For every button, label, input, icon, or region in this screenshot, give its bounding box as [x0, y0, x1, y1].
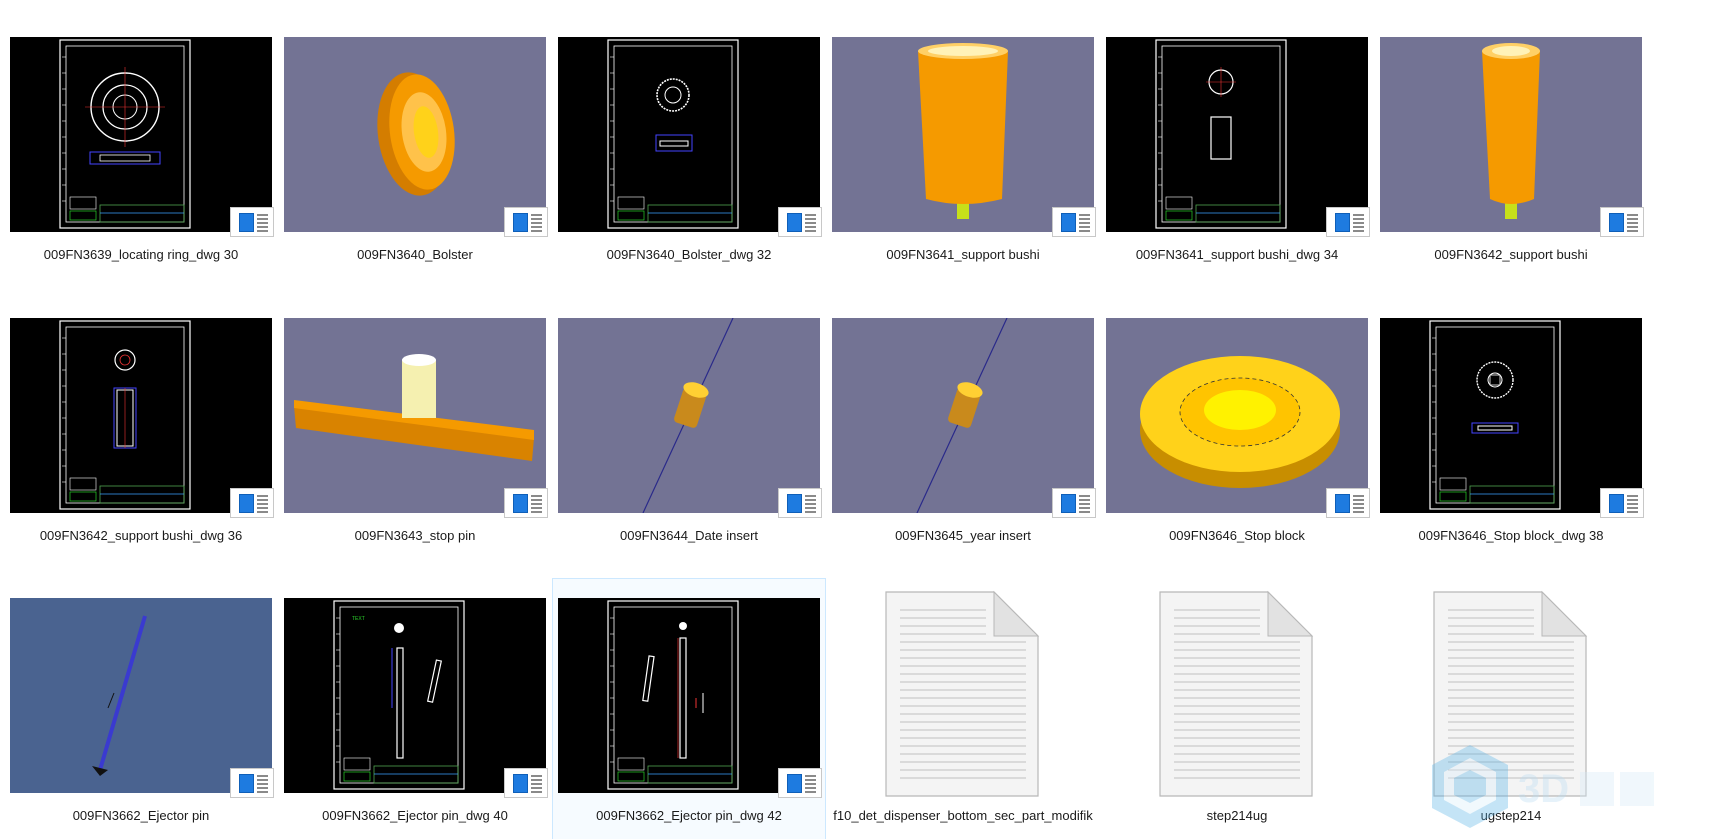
drawing-thumbnail — [1380, 318, 1642, 513]
file-name-label: 009FN3642_support bushi — [1434, 247, 1588, 262]
app-file-badge-icon — [504, 768, 548, 798]
file-name-label: 009FN3662_Ejector pin — [72, 808, 210, 823]
model-thumbnail — [832, 37, 1094, 232]
file-item[interactable]: 009FN3642_support bushi — [1374, 17, 1648, 279]
app-file-badge-icon — [1600, 207, 1644, 237]
cube-watermark-icon: 3D — [1430, 740, 1660, 835]
file-item[interactable]: 009FN3640_Bolster — [278, 17, 552, 279]
file-item[interactable]: 009FN3645_year insert — [826, 298, 1100, 560]
app-file-badge-icon — [1600, 488, 1644, 518]
model-thumbnail — [284, 318, 546, 513]
file-item[interactable]: 009FN3644_Date insert — [552, 298, 826, 560]
file-item[interactable]: 009FN3642_support bushi_dwg 36 — [4, 298, 278, 560]
file-grid: 009FN3639_locating ring_dwg 30 009FN3640_… — [0, 0, 1712, 839]
app-file-badge-icon — [230, 768, 274, 798]
file-name-label: 009FN3646_Stop block_dwg 38 — [1418, 528, 1604, 543]
app-file-badge-icon — [1326, 207, 1370, 237]
file-name-label: 009FN3662_Ejector pin_dwg 40 — [322, 808, 508, 823]
app-file-badge-icon — [778, 207, 822, 237]
drawing-thumbnail: TEXT — [284, 598, 546, 793]
drawing-thumbnail — [10, 37, 272, 232]
file-item[interactable]: 009FN3646_Stop block — [1100, 298, 1374, 560]
app-file-badge-icon — [778, 488, 822, 518]
file-name-label: 009FN3641_support bushi — [886, 247, 1040, 262]
file-name-label: 009FN3642_support bushi_dwg 36 — [39, 528, 243, 543]
file-name-label: 009FN3644_Date insert — [619, 528, 759, 543]
file-item[interactable]: TEXT 009FN3662_Ejector pin_dwg 40 — [278, 578, 552, 839]
drawing-thumbnail — [10, 318, 272, 513]
file-name-label: 009FN3640_Bolster — [357, 247, 473, 262]
file-item[interactable]: 009FN3641_support bushi — [826, 17, 1100, 279]
file-name-label: 009FN3645_year insert — [895, 528, 1031, 543]
drawing-thumbnail — [1106, 37, 1368, 232]
app-file-badge-icon — [504, 488, 548, 518]
file-name-label: 009FN3643_stop pin — [354, 528, 476, 543]
drawing-thumbnail — [558, 37, 820, 232]
model-thumbnail — [10, 598, 272, 793]
file-name-label: 009FN3662_Ejector pin_dwg 42 — [596, 808, 782, 823]
svg-text:3D: 3D — [1518, 767, 1569, 811]
drawing-thumbnail — [558, 598, 820, 793]
app-file-badge-icon — [230, 207, 274, 237]
file-item[interactable]: 009FN3646_Stop block_dwg 38 — [1374, 298, 1648, 560]
model-thumbnail — [284, 37, 546, 232]
file-item[interactable]: 009FN3662_Ejector pin_dwg 42 — [552, 578, 826, 839]
model-thumbnail — [558, 318, 820, 513]
app-file-badge-icon — [1052, 207, 1096, 237]
file-name-label: 009FN3640_Bolster_dwg 32 — [606, 247, 772, 262]
file-name-label: step214ug — [1206, 808, 1268, 823]
generic-document-icon — [1100, 578, 1374, 808]
file-name-label: f10_det_dispenser_bottom_sec_part_modifi… — [833, 808, 1093, 823]
app-file-badge-icon — [1326, 488, 1370, 518]
file-item[interactable]: 009FN3662_Ejector pin — [4, 578, 278, 839]
file-name-label: 009FN3641_support bushi_dwg 34 — [1135, 247, 1339, 262]
app-file-badge-icon — [230, 488, 274, 518]
app-file-badge-icon — [778, 768, 822, 798]
file-item[interactable]: 009FN3639_locating ring_dwg 30 — [4, 17, 278, 279]
file-name-label: 009FN3639_locating ring_dwg 30 — [43, 247, 239, 262]
model-thumbnail — [832, 318, 1094, 513]
svg-text:TEXT: TEXT — [352, 616, 365, 622]
app-file-badge-icon — [504, 207, 548, 237]
file-item[interactable]: 009FN3643_stop pin — [278, 298, 552, 560]
generic-document-icon — [826, 578, 1100, 808]
file-item[interactable]: 009FN3641_support bushi_dwg 34 — [1100, 17, 1374, 279]
file-item[interactable]: f10_det_dispenser_bottom_sec_part_modifi… — [826, 578, 1100, 839]
model-thumbnail — [1380, 37, 1642, 232]
file-name-label: 009FN3646_Stop block — [1169, 528, 1305, 543]
app-file-badge-icon — [1052, 488, 1096, 518]
file-item[interactable]: 009FN3640_Bolster_dwg 32 — [552, 17, 826, 279]
model-thumbnail — [1106, 318, 1368, 513]
file-item[interactable]: step214ug — [1100, 578, 1374, 839]
